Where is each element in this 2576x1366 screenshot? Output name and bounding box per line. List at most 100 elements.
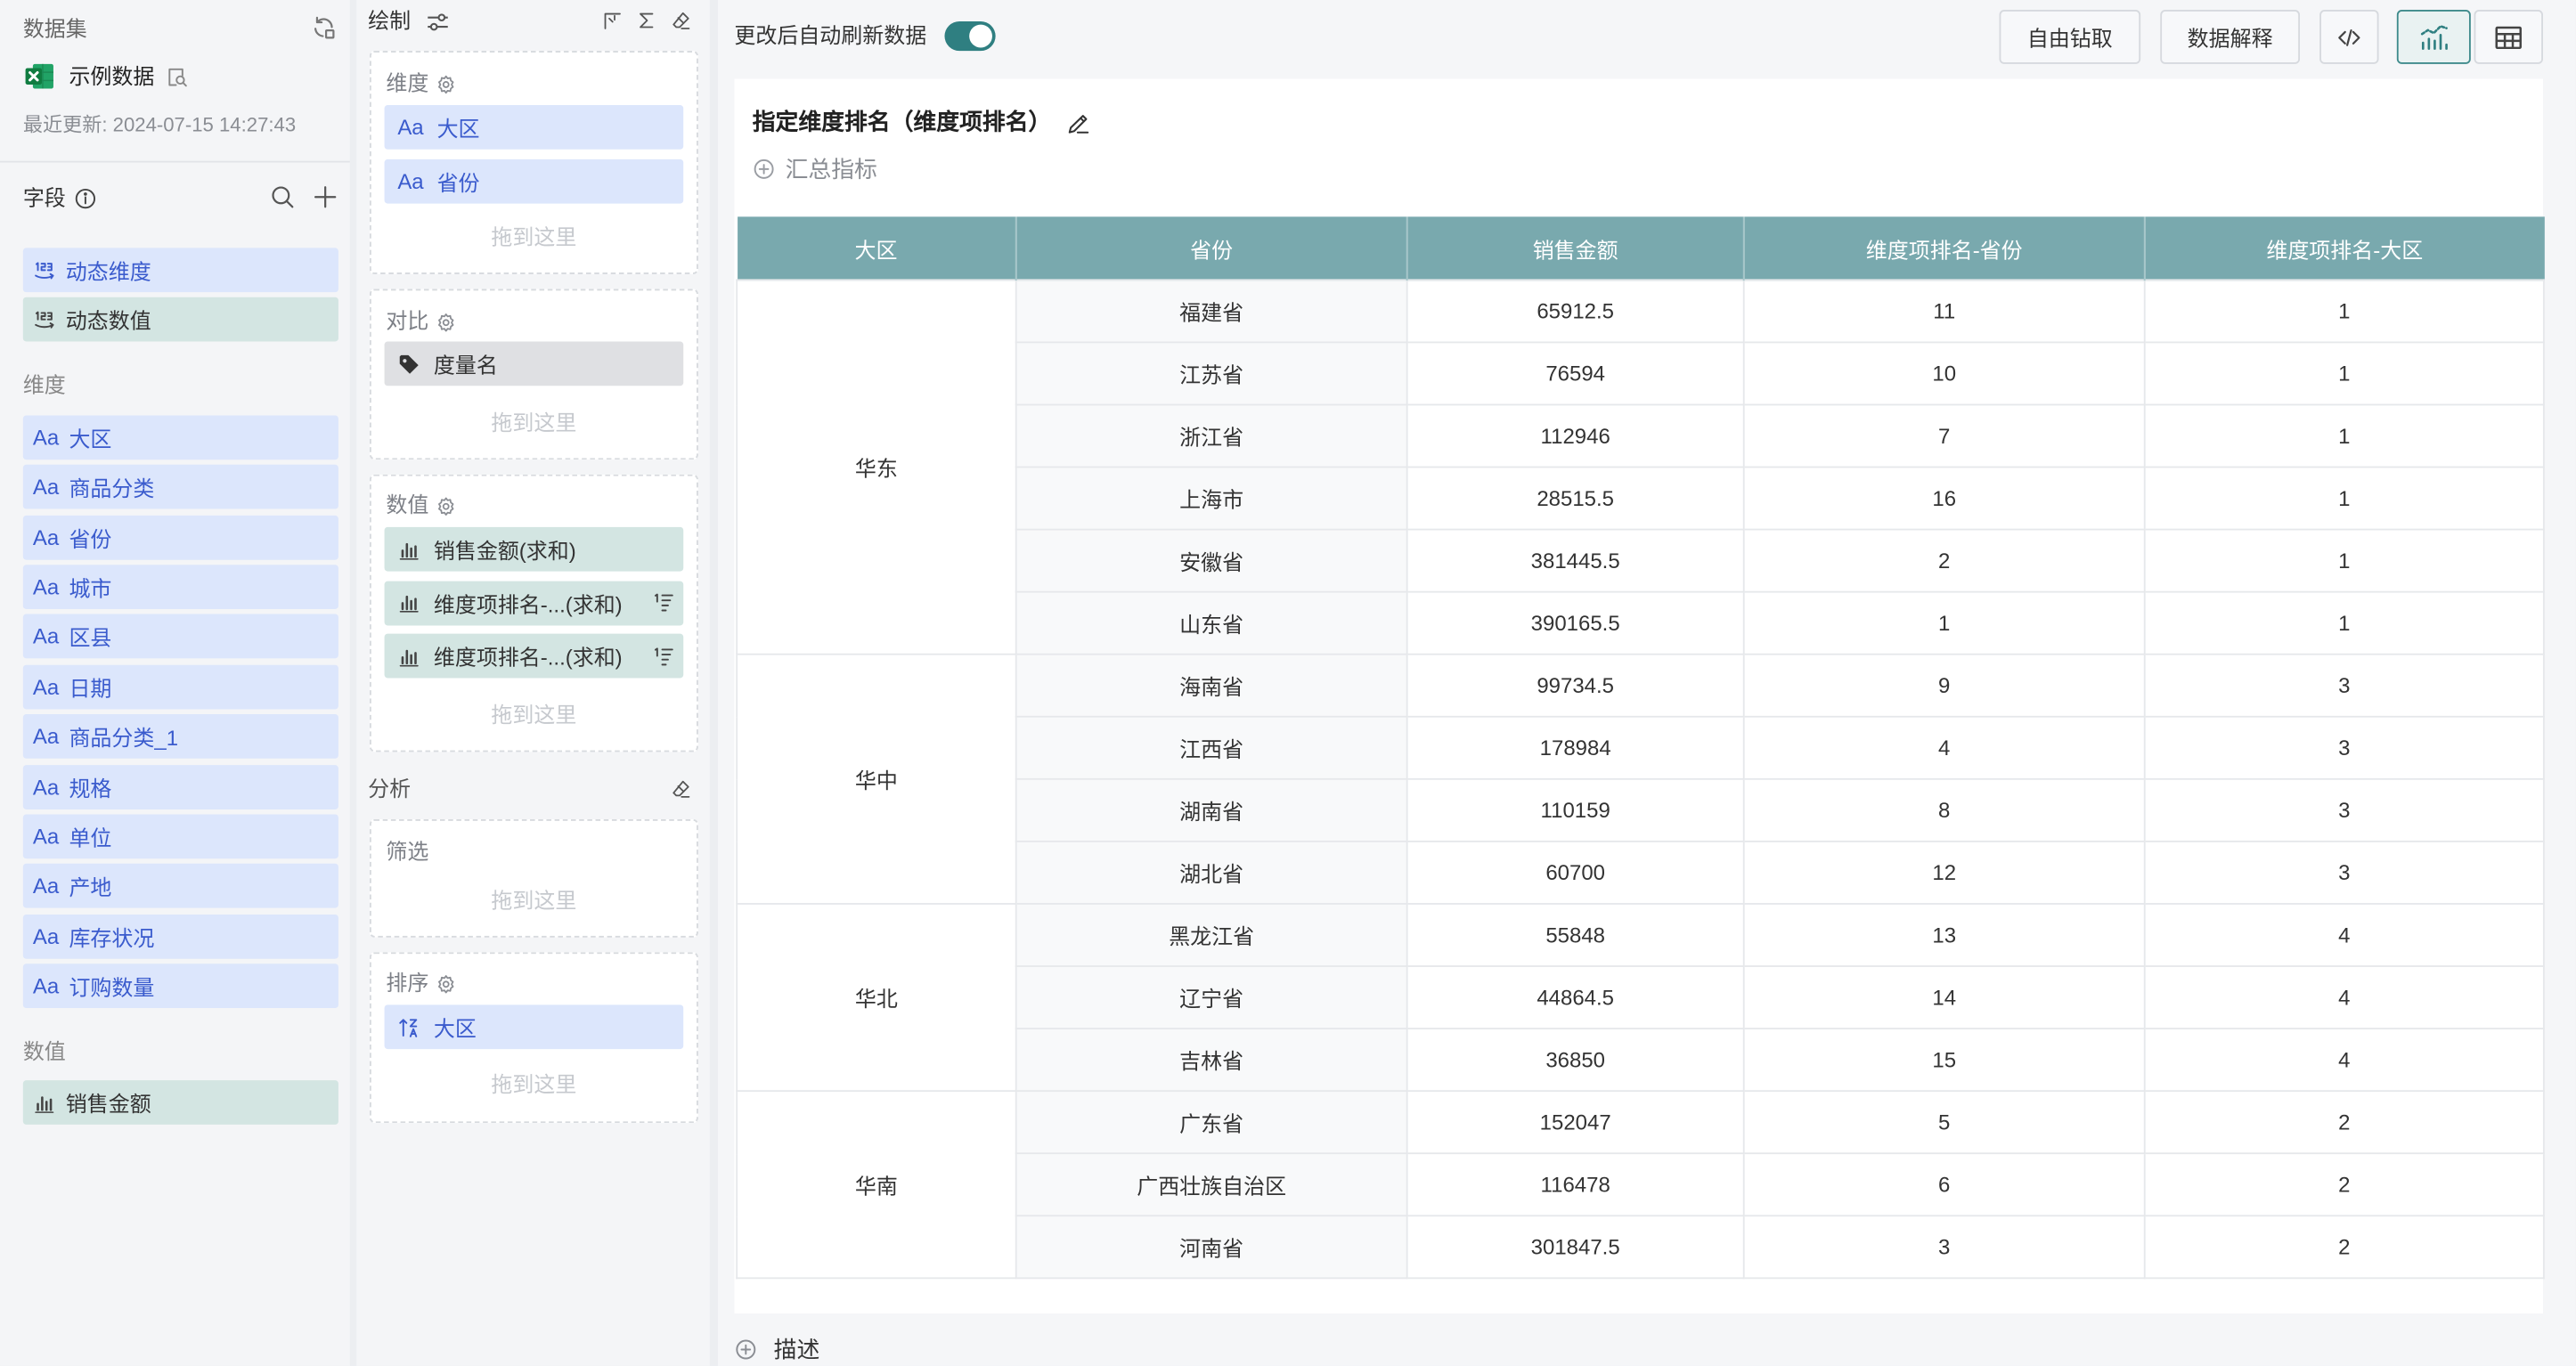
free-drill-button[interactable]: 自由钻取 [1999,10,2141,64]
rank-region-cell[interactable]: 3 [2143,715,2545,780]
table-view-button[interactable] [2474,10,2543,64]
field-dynamic-measure[interactable]: 动态数值 [22,297,338,342]
chart-view-button[interactable] [2396,10,2471,64]
rank-region-cell[interactable]: 4 [2143,965,2545,1029]
province-cell[interactable]: 江苏省 [1015,341,1408,406]
province-cell[interactable]: 湖北省 [1015,840,1408,905]
sales-cell[interactable]: 65912.5 [1406,279,1745,344]
rank-province-cell[interactable]: 5 [1742,1090,2146,1155]
dimension-zone-item[interactable]: Aa 大区 [384,104,684,150]
sales-cell[interactable]: 390165.5 [1406,590,1745,655]
field-item-dimension[interactable]: Aa 省份 [22,515,338,560]
rank-province-cell[interactable]: 9 [1742,653,2146,718]
province-cell[interactable]: 江西省 [1015,715,1408,780]
gear-icon[interactable] [436,972,457,994]
region-cell[interactable]: 华中 [736,653,1017,905]
preview-data-icon[interactable] [166,66,189,89]
sales-cell[interactable]: 152047 [1406,1090,1745,1155]
field-item-dimension[interactable]: Aa 日期 [22,664,338,710]
rank-province-cell[interactable]: 6 [1742,1152,2146,1217]
province-cell[interactable]: 吉林省 [1015,1028,1408,1093]
values-zone-item[interactable]: 维度项排名-...(求和) [384,580,684,625]
edit-title-icon[interactable] [1066,110,1091,134]
field-item-dimension[interactable]: Aa 库存状况 [22,914,338,958]
sales-cell[interactable]: 60700 [1406,840,1745,905]
eraser-icon[interactable] [670,778,691,800]
province-cell[interactable]: 福建省 [1015,279,1408,344]
chart-title[interactable]: 指定维度排名（维度项排名） [753,107,1052,136]
sales-cell[interactable]: 28515.5 [1406,466,1745,531]
refresh-dataset-icon[interactable] [311,15,338,41]
rank-province-cell[interactable]: 12 [1742,840,2146,905]
compare-zone-item[interactable]: 度量名 [384,341,684,386]
field-item-dimension[interactable]: Aa 单位 [22,814,338,859]
rank-region-cell[interactable]: 1 [2143,279,2545,344]
field-dynamic-dimension[interactable]: 动态维度 [22,248,338,293]
rank-province-cell[interactable]: 10 [1742,341,2146,406]
rank-province-cell[interactable]: 1 [1742,590,2146,655]
dimension-drop-zone[interactable]: 维度 Aa 大区 Aa 省份 拖到这里 [369,51,698,274]
rank-region-cell[interactable]: 1 [2143,466,2545,531]
region-cell[interactable]: 华东 [736,279,1017,655]
sort-zone-item[interactable]: 大区 [384,1004,684,1050]
rank-province-cell[interactable]: 3 [1742,1215,2146,1280]
field-item-dimension[interactable]: Aa 商品分类 [22,465,338,510]
values-zone-item[interactable]: 维度项排名-...(求和) [384,633,684,679]
rank-region-cell[interactable]: 2 [2143,1152,2545,1217]
sales-cell[interactable]: 99734.5 [1406,653,1745,718]
field-item-dimension[interactable]: Aa 产地 [22,864,338,908]
sort-drop-zone[interactable]: 排序 大区 拖到这里 [369,952,698,1124]
field-item-dimension[interactable]: Aa 商品分类_1 [22,714,338,760]
sigma-icon[interactable] [636,10,657,31]
column-header-sales[interactable]: 销售金额 [1406,216,1745,281]
data-explain-button[interactable]: 数据解释 [2160,10,2301,64]
sales-cell[interactable]: 76594 [1406,341,1745,406]
column-header-region[interactable]: 大区 [737,216,1017,281]
rank-region-cell[interactable]: 4 [2143,903,2545,967]
values-zone-item[interactable]: 销售金额(求和) [384,526,684,572]
search-icon[interactable] [269,183,296,209]
swap-axis-icon[interactable] [601,10,623,31]
sales-cell[interactable]: 301847.5 [1406,1215,1745,1280]
rank-region-cell[interactable]: 4 [2143,1028,2545,1093]
region-cell[interactable]: 华南 [736,1090,1017,1280]
province-cell[interactable]: 湖南省 [1015,777,1408,842]
auto-refresh-toggle[interactable] [944,20,996,52]
gear-icon[interactable] [436,73,457,94]
rank-province-cell[interactable]: 11 [1742,279,2146,344]
sales-cell[interactable]: 381445.5 [1406,528,1745,593]
rank-province-cell[interactable]: 16 [1742,466,2146,531]
rank-province-cell[interactable]: 14 [1742,965,2146,1029]
region-cell[interactable]: 华北 [736,903,1017,1093]
province-cell[interactable]: 辽宁省 [1015,965,1408,1029]
sales-cell[interactable]: 110159 [1406,777,1745,842]
field-item-dimension[interactable]: Aa 规格 [22,764,338,809]
dimension-zone-item[interactable]: Aa 省份 [384,158,684,203]
sales-cell[interactable]: 55848 [1406,903,1745,967]
province-cell[interactable]: 上海市 [1015,466,1408,531]
field-item-measure[interactable]: 销售金额 [22,1080,338,1125]
rank-province-cell[interactable]: 15 [1742,1028,2146,1093]
rank-region-cell[interactable]: 1 [2143,528,2545,593]
rank-region-cell[interactable]: 3 [2143,777,2545,842]
province-cell[interactable]: 河南省 [1015,1215,1408,1280]
rank-region-cell[interactable]: 2 [2143,1215,2545,1280]
field-item-dimension[interactable]: Aa 订购数量 [22,964,338,1008]
rank-region-cell[interactable]: 1 [2143,590,2545,655]
rank-region-cell[interactable]: 2 [2143,1090,2545,1155]
sales-cell[interactable]: 44864.5 [1406,965,1745,1029]
province-cell[interactable]: 广西壮族自治区 [1015,1152,1408,1217]
filter-drop-zone[interactable]: 筛选 拖到这里 [369,819,698,938]
sales-cell[interactable]: 116478 [1406,1152,1745,1217]
gear-icon[interactable] [436,311,457,332]
rank-province-cell[interactable]: 13 [1742,903,2146,967]
rank-region-cell[interactable]: 3 [2143,653,2545,718]
add-summary-metric-button[interactable]: 汇总指标 [753,154,877,183]
rank-province-cell[interactable]: 8 [1742,777,2146,842]
add-description-button[interactable]: 描述 [734,1335,819,1364]
province-cell[interactable]: 广东省 [1015,1090,1408,1155]
province-cell[interactable]: 黑龙江省 [1015,903,1408,967]
rank-province-cell[interactable]: 2 [1742,528,2146,593]
column-header-rank-province[interactable]: 维度项排名-省份 [1743,216,2146,281]
rank-province-cell[interactable]: 7 [1742,403,2146,468]
